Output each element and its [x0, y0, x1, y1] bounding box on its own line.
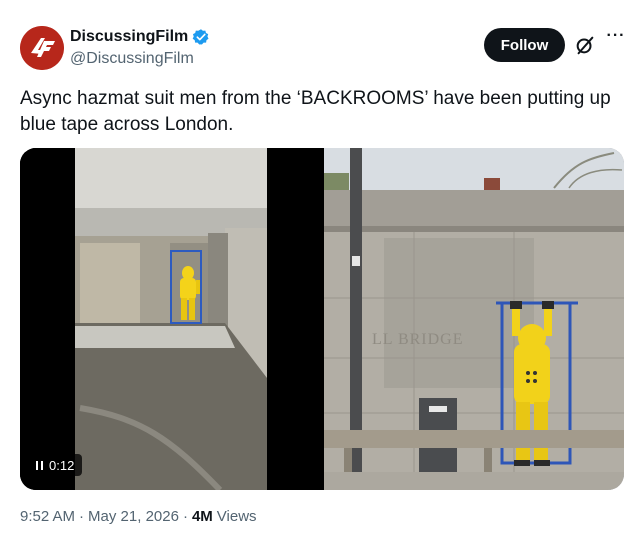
- verified-badge-icon[interactable]: [192, 28, 210, 46]
- bridge-scene-image: LL BRIDGE: [324, 148, 624, 490]
- tweet: DiscussingFilm @DiscussingFilm Follow ··…: [0, 0, 640, 550]
- pause-icon[interactable]: [36, 460, 43, 470]
- tweet-meta: 9:52 AM · May 21, 2026 · 4M Views: [20, 508, 257, 525]
- tweet-text: Async hazmat suit men from the ‘BACKROOM…: [20, 88, 611, 135]
- more-options-icon[interactable]: ···: [605, 28, 627, 52]
- grok-icon[interactable]: [574, 34, 596, 56]
- display-name[interactable]: DiscussingFilm: [70, 28, 188, 46]
- avatar[interactable]: [20, 26, 64, 70]
- post-date[interactable]: May 21, 2026: [88, 508, 179, 525]
- video-player[interactable]: 0:12: [20, 148, 322, 490]
- views-label: Views: [216, 508, 257, 525]
- tunnel-scene-image: [20, 148, 322, 490]
- discussingfilm-logo-icon: [20, 26, 64, 70]
- follow-button[interactable]: Follow: [484, 28, 565, 62]
- meta-separator: ·: [182, 508, 188, 525]
- post-time[interactable]: 9:52 AM: [20, 508, 75, 525]
- video-duration: 0:12: [49, 457, 75, 473]
- photo[interactable]: LL BRIDGE: [324, 148, 624, 490]
- handle[interactable]: @DiscussingFilm: [70, 50, 210, 68]
- media-grid: 0:12 LL BRIDGE: [20, 148, 624, 490]
- bridge-wall-text: LL BRIDGE: [372, 331, 464, 348]
- account-names: DiscussingFilm @DiscussingFilm: [70, 26, 210, 68]
- views-count: 4M: [191, 508, 213, 525]
- tweet-header: DiscussingFilm @DiscussingFilm Follow ··…: [20, 24, 624, 72]
- video-duration-badge: 0:12: [28, 454, 83, 476]
- meta-separator: ·: [79, 508, 85, 525]
